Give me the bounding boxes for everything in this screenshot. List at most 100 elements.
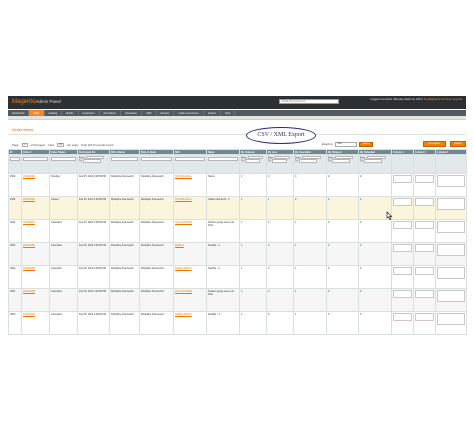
- export-button[interactable]: Export: [359, 142, 374, 147]
- custom-column-textarea[interactable]: [437, 197, 465, 210]
- cell-name: Nudeffe - 3: [206, 265, 240, 289]
- admin-header: MagentoAdmin Panel Global Record Search …: [8, 96, 466, 109]
- cell-custom-column: [391, 242, 414, 266]
- cell-cancelled: 1: [293, 242, 327, 266]
- global-search-input[interactable]: Global Record Search: [279, 99, 339, 104]
- cell-live: 0: [266, 173, 294, 197]
- cell-custom-column: [391, 219, 414, 243]
- filter-input[interactable]: [175, 156, 205, 161]
- cell-custom-column: [413, 242, 436, 266]
- cell-id: 2545: [8, 196, 22, 220]
- per-page-label: per page: [66, 143, 79, 147]
- filter-input[interactable]: [141, 156, 172, 161]
- table-row[interactable]: 2544 100001991 Cancelled Feb 25, 2014 3:28:…: [8, 219, 467, 243]
- cell-sku[interactable]: AD-LOUIS-B/20: [173, 288, 207, 312]
- custom-column-textarea[interactable]: [393, 266, 412, 275]
- per-page-select[interactable]: 20: [57, 143, 64, 147]
- filter-to-input[interactable]: [363, 159, 383, 163]
- custom-column-textarea[interactable]: [393, 197, 412, 206]
- cell-refunded: 0: [358, 265, 392, 289]
- custom-column-textarea[interactable]: [393, 174, 412, 183]
- filter-input[interactable]: [51, 156, 76, 161]
- cell-sku[interactable]: NTCHAD-DIA-e: [173, 173, 207, 197]
- cell-order[interactable]: 100001993: [21, 173, 50, 197]
- custom-column-textarea[interactable]: [415, 266, 434, 275]
- custom-column-textarea[interactable]: [437, 243, 465, 256]
- header-links[interactable]: Try Magento Go for Free | Log Out: [424, 98, 462, 101]
- cell-id: 2546: [8, 173, 22, 197]
- filter-to-input[interactable]: [298, 159, 318, 163]
- cell-sku[interactable]: NUDEA-B/5D-3: [173, 265, 207, 289]
- cell-ordered: 1: [239, 173, 267, 197]
- cell-order[interactable]: 100001989: [21, 265, 50, 289]
- custom-column-textarea[interactable]: [437, 174, 465, 187]
- cell-sku[interactable]: AD-LOUIS-B/20: [173, 219, 207, 243]
- custom-column-textarea[interactable]: [393, 220, 412, 229]
- cell-order[interactable]: 100001991: [21, 219, 50, 243]
- cell-refunded: 0: [358, 288, 392, 312]
- filter-cell: [8, 154, 22, 174]
- table-row[interactable]: 2546 100001993 Pending Feb 25, 2014 3:28:59…: [8, 173, 467, 197]
- magento-logo[interactable]: MagentoAdmin Panel: [12, 99, 61, 105]
- custom-column-textarea[interactable]: [437, 312, 465, 325]
- cell-cancelled: 0: [293, 196, 327, 220]
- filter-input[interactable]: [208, 156, 238, 161]
- custom-column-textarea[interactable]: [437, 289, 465, 302]
- table-row[interactable]: 2543 100001990 Cancelled Feb 25, 2014 3:28:…: [8, 242, 467, 266]
- cell-live: 1: [266, 196, 294, 220]
- table-row[interactable]: 2542 100001989 Cancelled Feb 25, 2014 3:28:…: [8, 265, 467, 289]
- cell-cancelled: 0: [293, 173, 327, 197]
- cell-custom-column: [413, 219, 436, 243]
- filter-cell: From : To :: [326, 154, 359, 174]
- cell-live: 0: [266, 242, 294, 266]
- export-label: Export to:: [322, 143, 334, 146]
- cell-sku[interactable]: NUDE-4: [173, 242, 207, 266]
- export-callout: CSV / XML Export: [246, 127, 316, 144]
- cell-sku[interactable]: NTCHAD-DIA-e: [173, 196, 207, 220]
- table-row[interactable]: 2540 100001987 Cancelled Feb 25, 2014 3:28:…: [8, 311, 467, 335]
- custom-column-textarea[interactable]: [415, 197, 434, 206]
- cell-ship: Rodolphe Franceschi: [139, 242, 174, 266]
- cell-bill: Rodolphe Franceschi: [109, 265, 140, 289]
- search-button[interactable]: Search: [450, 141, 466, 147]
- cell-custom-column: [391, 173, 414, 197]
- filter-input[interactable]: [111, 156, 138, 161]
- cell-name: Souliers gorge avec nuit - 4/30: [206, 219, 240, 243]
- custom-column-textarea[interactable]: [437, 220, 465, 233]
- filter-cell: From : To :: [293, 154, 327, 174]
- cell-order[interactable]: 100001990: [21, 242, 50, 266]
- custom-column-textarea[interactable]: [415, 243, 434, 252]
- cell-ordered: 1: [239, 288, 267, 312]
- cell-order[interactable]: 100001987: [21, 311, 50, 335]
- cell-order[interactable]: 100001992: [21, 196, 50, 220]
- cell-ordered: 1: [239, 242, 267, 266]
- cell-ordered: 1: [239, 196, 267, 220]
- custom-column-textarea[interactable]: [415, 220, 434, 229]
- filter-to-input[interactable]: [82, 159, 101, 163]
- filter-to-input[interactable]: [271, 159, 287, 163]
- filter-input[interactable]: [23, 156, 48, 161]
- filter-input[interactable]: [10, 156, 20, 161]
- cell-ship: Rodolphe Franceschi: [139, 311, 174, 335]
- filter-to-input[interactable]: [244, 159, 260, 163]
- filter-to-input[interactable]: [331, 159, 350, 163]
- custom-column-textarea[interactable]: [437, 266, 465, 279]
- custom-column-textarea[interactable]: [393, 312, 412, 321]
- table-row[interactable]: 2545 100001992 Closed Feb 25, 2014 3:28:00 …: [8, 196, 467, 220]
- custom-column-textarea[interactable]: [393, 243, 412, 252]
- cell-custom-column: [413, 311, 436, 335]
- filter-cell: From : To :: [358, 154, 392, 174]
- custom-column-textarea[interactable]: [415, 289, 434, 298]
- custom-column-textarea[interactable]: [415, 312, 434, 321]
- reset-filter-button[interactable]: Reset Filter: [423, 141, 446, 147]
- table-row[interactable]: 2541 100001988 Cancelled Feb 25, 2014 3:28:…: [8, 288, 467, 312]
- page-number-input[interactable]: 1: [21, 143, 28, 147]
- cell-status: Cancelled: [49, 288, 78, 312]
- custom-column-textarea[interactable]: [415, 174, 434, 183]
- cell-order[interactable]: 100001988: [21, 288, 50, 312]
- custom-column-textarea[interactable]: [393, 289, 412, 298]
- cell-sku[interactable]: NUDEA-B/5D-3: [173, 311, 207, 335]
- export-format-select[interactable]: CSV: [335, 142, 358, 147]
- record-total: Total 10173 records found: [81, 143, 114, 147]
- filter-cell: [139, 154, 174, 174]
